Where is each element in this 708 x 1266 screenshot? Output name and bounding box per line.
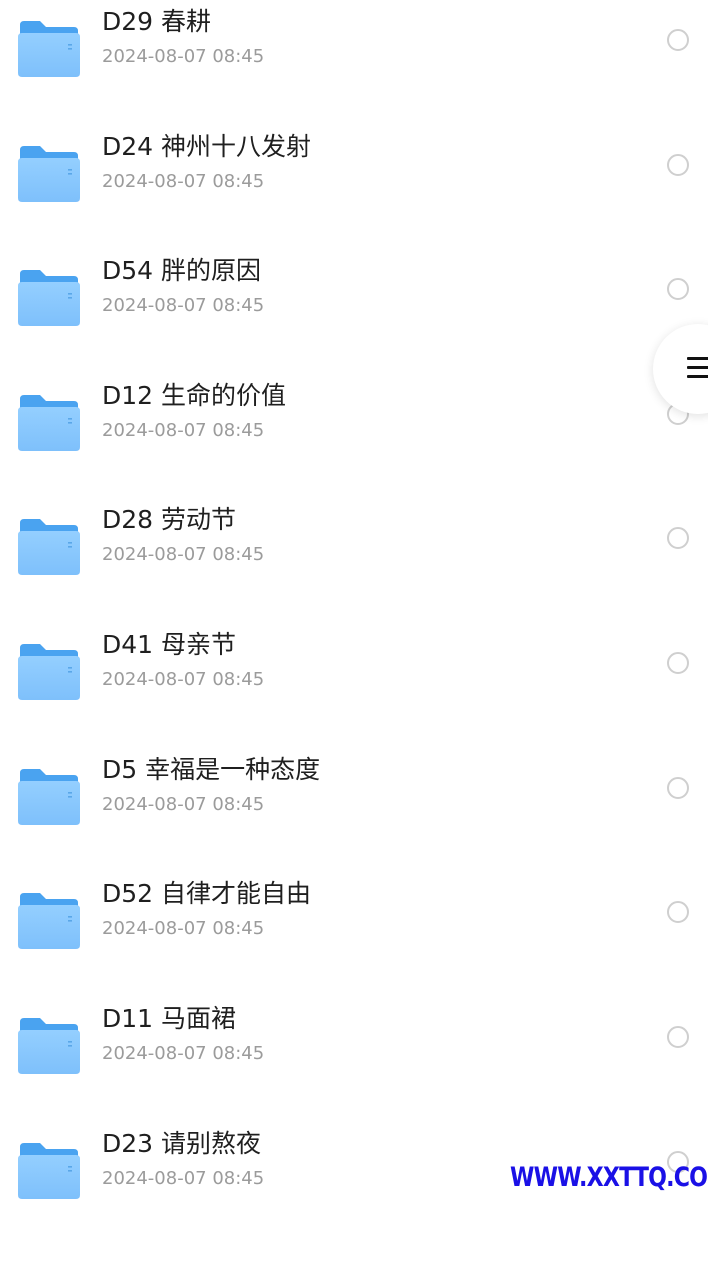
radio-circle-icon[interactable]: [667, 1026, 689, 1048]
radio-circle-icon[interactable]: [667, 29, 689, 51]
file-list-item[interactable]: D23 请别熬夜 2024-08-07 08:45: [0, 1129, 708, 1266]
file-list-item[interactable]: D54 胖的原因 2024-08-07 08:45: [0, 256, 708, 393]
file-list-item[interactable]: D5 幸福是一种态度 2024-08-07 08:45: [0, 755, 708, 892]
item-title: D24 神州十八发射: [102, 132, 312, 161]
item-date: 2024-08-07 08:45: [102, 295, 265, 316]
watermark-text: WWW.XXTTQ.COM: [510, 1162, 708, 1193]
item-title: D5 幸福是一种态度: [102, 755, 321, 784]
item-title: D23 请别熬夜: [102, 1129, 262, 1158]
item-title: D29 春耕: [102, 7, 212, 36]
file-list-item[interactable]: D29 春耕 2024-08-07 08:45: [0, 7, 708, 144]
item-date: 2024-08-07 08:45: [102, 1168, 265, 1189]
file-list-item[interactable]: D24 神州十八发射 2024-08-07 08:45: [0, 132, 708, 269]
item-date: 2024-08-07 08:45: [102, 46, 265, 67]
item-date: 2024-08-07 08:45: [102, 669, 265, 690]
folder-icon: [18, 1143, 80, 1199]
radio-circle-icon[interactable]: [667, 527, 689, 549]
folder-icon: [18, 395, 80, 451]
folder-icon: [18, 893, 80, 949]
file-list-item[interactable]: D12 生命的价值 2024-08-07 08:45: [0, 381, 708, 518]
folder-icon: [18, 21, 80, 77]
item-title: D11 马面裙: [102, 1004, 237, 1033]
file-list-item[interactable]: D41 母亲节 2024-08-07 08:45: [0, 630, 708, 767]
radio-circle-icon[interactable]: [667, 901, 689, 923]
file-list-item[interactable]: D28 劳动节 2024-08-07 08:45: [0, 505, 708, 642]
item-date: 2024-08-07 08:45: [102, 918, 265, 939]
item-title: D28 劳动节: [102, 505, 237, 534]
item-date: 2024-08-07 08:45: [102, 420, 265, 441]
item-title: D54 胖的原因: [102, 256, 262, 285]
folder-icon: [18, 769, 80, 825]
folder-icon: [18, 519, 80, 575]
item-date: 2024-08-07 08:45: [102, 544, 265, 565]
item-date: 2024-08-07 08:45: [102, 1043, 265, 1064]
folder-icon: [18, 1018, 80, 1074]
item-title: D12 生命的价值: [102, 381, 287, 410]
radio-circle-icon[interactable]: [667, 777, 689, 799]
file-list: D29 春耕 2024-08-07 08:45 D24 神州十八发射 2024-08-…: [0, 0, 708, 1200]
item-title: D52 自律才能自由: [102, 879, 312, 908]
file-list-item[interactable]: D11 马面裙 2024-08-07 08:45: [0, 1004, 708, 1141]
folder-icon: [18, 644, 80, 700]
folder-icon: [18, 270, 80, 326]
item-date: 2024-08-07 08:45: [102, 171, 265, 192]
radio-circle-icon[interactable]: [667, 652, 689, 674]
item-title: D41 母亲节: [102, 630, 237, 659]
item-date: 2024-08-07 08:45: [102, 794, 265, 815]
radio-circle-icon[interactable]: [667, 278, 689, 300]
menu-icon: [687, 357, 708, 379]
folder-icon: [18, 146, 80, 202]
file-list-item[interactable]: D52 自律才能自由 2024-08-07 08:45: [0, 879, 708, 1016]
radio-circle-icon[interactable]: [667, 154, 689, 176]
